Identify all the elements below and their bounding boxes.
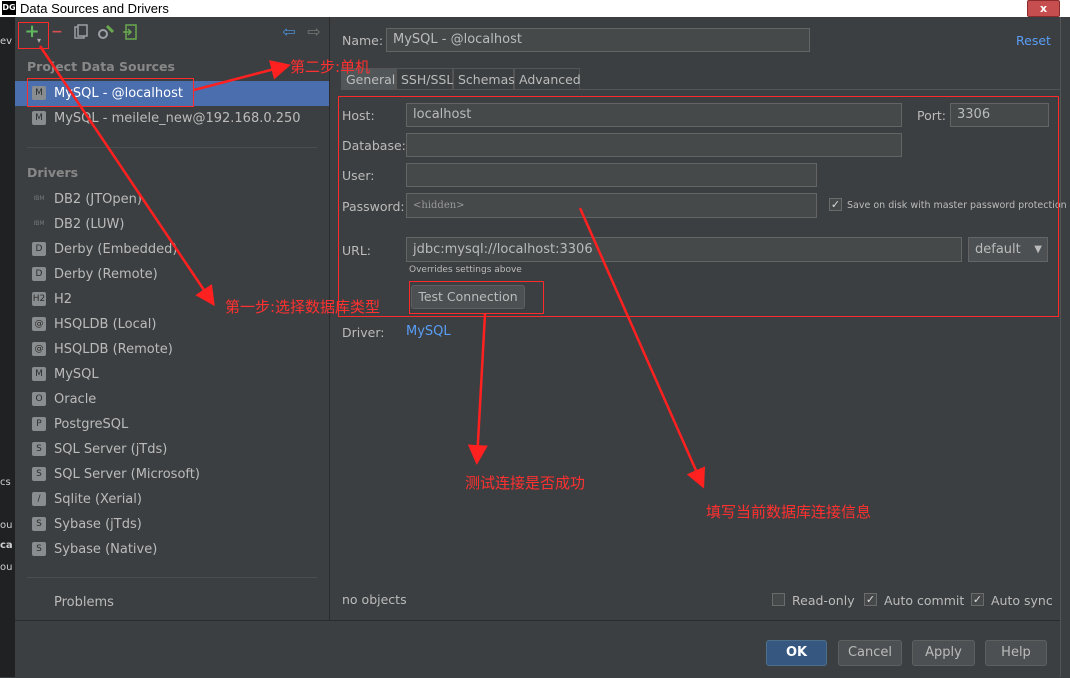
background-ide-strip: ev cs ou ca ou: [0, 17, 15, 677]
name-input[interactable]: MySQL - @localhost: [386, 28, 810, 52]
duplicate-icon[interactable]: [73, 24, 89, 40]
annotation-box-add: [18, 22, 49, 49]
driver-label: SQL Server (Microsoft): [54, 467, 200, 482]
driver-label: Sybase (jTds): [54, 517, 142, 532]
driver-icon: P: [32, 417, 46, 431]
driver-item[interactable]: / Sqlite (Xerial): [15, 487, 329, 512]
driver-label: DB2 (JTOpen): [54, 192, 142, 207]
read-only-checkbox[interactable]: [772, 593, 785, 606]
driver-label: Oracle: [54, 392, 97, 407]
section-divider: [27, 577, 317, 578]
driver-icon: @: [32, 342, 46, 356]
driver-item[interactable]: D Derby (Embedded): [15, 237, 329, 262]
driver-item[interactable]: S Sybase (Native): [15, 537, 329, 562]
driver-item[interactable]: O Oracle: [15, 387, 329, 412]
driver-icon: M: [32, 367, 46, 381]
strip-text: ou: [0, 520, 13, 531]
driver-item[interactable]: S SQL Server (jTds): [15, 437, 329, 462]
driver-label: Derby (Remote): [54, 267, 158, 282]
driver-icon: IBM: [33, 220, 45, 227]
title-bar: DG Data Sources and Drivers x: [0, 0, 1070, 17]
driver-label: PostgreSQL: [54, 417, 129, 432]
annotation-box-source: [27, 78, 194, 107]
data-source-item[interactable]: M MySQL - meilele_new@192.168.0.250: [15, 106, 329, 131]
driver-item[interactable]: S Sybase (jTds): [15, 512, 329, 537]
name-label: Name:: [342, 33, 384, 48]
driver-icon: /: [32, 492, 46, 506]
driver-icon: O: [32, 392, 46, 406]
strip-text: cs: [0, 477, 11, 488]
back-icon[interactable]: ⇦: [281, 24, 297, 40]
driver-link[interactable]: MySQL: [406, 324, 451, 339]
auto-commit-checkbox[interactable]: ✓: [864, 593, 877, 606]
help-button[interactable]: Help: [985, 640, 1047, 666]
driver-icon: D: [32, 242, 46, 256]
driver-label: HSQLDB (Local): [54, 317, 157, 332]
tab-ssh-ssl[interactable]: SSH/SSL: [396, 68, 453, 90]
annotation-step2: 第二步:单机: [290, 58, 371, 76]
no-objects-label: no objects: [342, 592, 407, 607]
dialog-button-bar: [15, 620, 1060, 678]
driver-label: HSQLDB (Remote): [54, 342, 173, 357]
strip-text: ca: [0, 540, 13, 551]
annotation-fill: 填写当前数据库连接信息: [706, 503, 872, 521]
annotation-test: 测试连接是否成功: [465, 474, 586, 492]
driver-label: SQL Server (jTds): [54, 442, 168, 457]
driver-icon: D: [32, 267, 46, 281]
auto-commit-label: Auto commit: [884, 593, 965, 608]
driver-label: Derby (Embedded): [54, 242, 178, 257]
driver-icon: S: [32, 542, 46, 556]
problems-item[interactable]: Problems: [54, 595, 114, 610]
driver-item[interactable]: S SQL Server (Microsoft): [15, 462, 329, 487]
driver-icon: S: [32, 517, 46, 531]
reset-link[interactable]: Reset: [1016, 33, 1051, 48]
annotation-step1: 第一步:选择数据库类型: [225, 298, 381, 316]
driver-settings-icon[interactable]: [97, 24, 115, 40]
window-title: Data Sources and Drivers: [20, 1, 169, 16]
driver-label: Driver:: [342, 325, 385, 340]
driver-icon: IBM: [33, 195, 45, 202]
tab-underline: [580, 89, 1060, 90]
driver-label: Sybase (Native): [54, 542, 158, 557]
strip-text: ev: [0, 36, 13, 47]
import-icon[interactable]: [122, 24, 138, 40]
data-source-label: MySQL - meilele_new@192.168.0.250: [54, 111, 301, 126]
driver-label: DB2 (LUW): [54, 217, 125, 232]
read-only-label: Read-only: [792, 593, 855, 608]
driver-item[interactable]: M MySQL: [15, 362, 329, 387]
remove-icon[interactable]: −: [49, 24, 65, 40]
driver-item[interactable]: IBM DB2 (LUW): [15, 212, 329, 237]
driver-item[interactable]: IBM DB2 (JTOpen): [15, 187, 329, 212]
auto-sync-label: Auto sync: [991, 593, 1053, 608]
driver-label: MySQL: [54, 367, 99, 382]
drivers-header: Drivers: [27, 165, 79, 180]
driver-item[interactable]: @ HSQLDB (Remote): [15, 337, 329, 362]
driver-item[interactable]: P PostgreSQL: [15, 412, 329, 437]
forward-icon[interactable]: ⇨: [306, 24, 322, 40]
driver-label: Sqlite (Xerial): [54, 492, 142, 507]
close-button[interactable]: x: [1027, 0, 1060, 17]
ok-button[interactable]: OK: [766, 640, 827, 666]
driver-icon: S: [32, 467, 46, 481]
project-data-sources-header: Project Data Sources: [27, 59, 175, 74]
cancel-button[interactable]: Cancel: [838, 640, 902, 666]
driver-icon: S: [32, 442, 46, 456]
section-divider: [27, 147, 317, 148]
apply-button[interactable]: Apply: [912, 640, 975, 666]
tab-schemas[interactable]: Schemas: [453, 68, 515, 90]
app-logo-icon: DG: [2, 1, 16, 15]
annotation-box-test: [409, 281, 544, 314]
window-edge: [1060, 17, 1070, 677]
auto-sync-checkbox[interactable]: ✓: [971, 593, 984, 606]
driver-label: H2: [54, 292, 73, 307]
driver-item[interactable]: D Derby (Remote): [15, 262, 329, 287]
driver-icon: @: [32, 317, 46, 331]
strip-text: ou: [0, 562, 13, 573]
tab-advanced[interactable]: Advanced: [514, 68, 581, 90]
driver-icon: H2: [32, 292, 46, 306]
mysql-icon: M: [32, 111, 46, 125]
